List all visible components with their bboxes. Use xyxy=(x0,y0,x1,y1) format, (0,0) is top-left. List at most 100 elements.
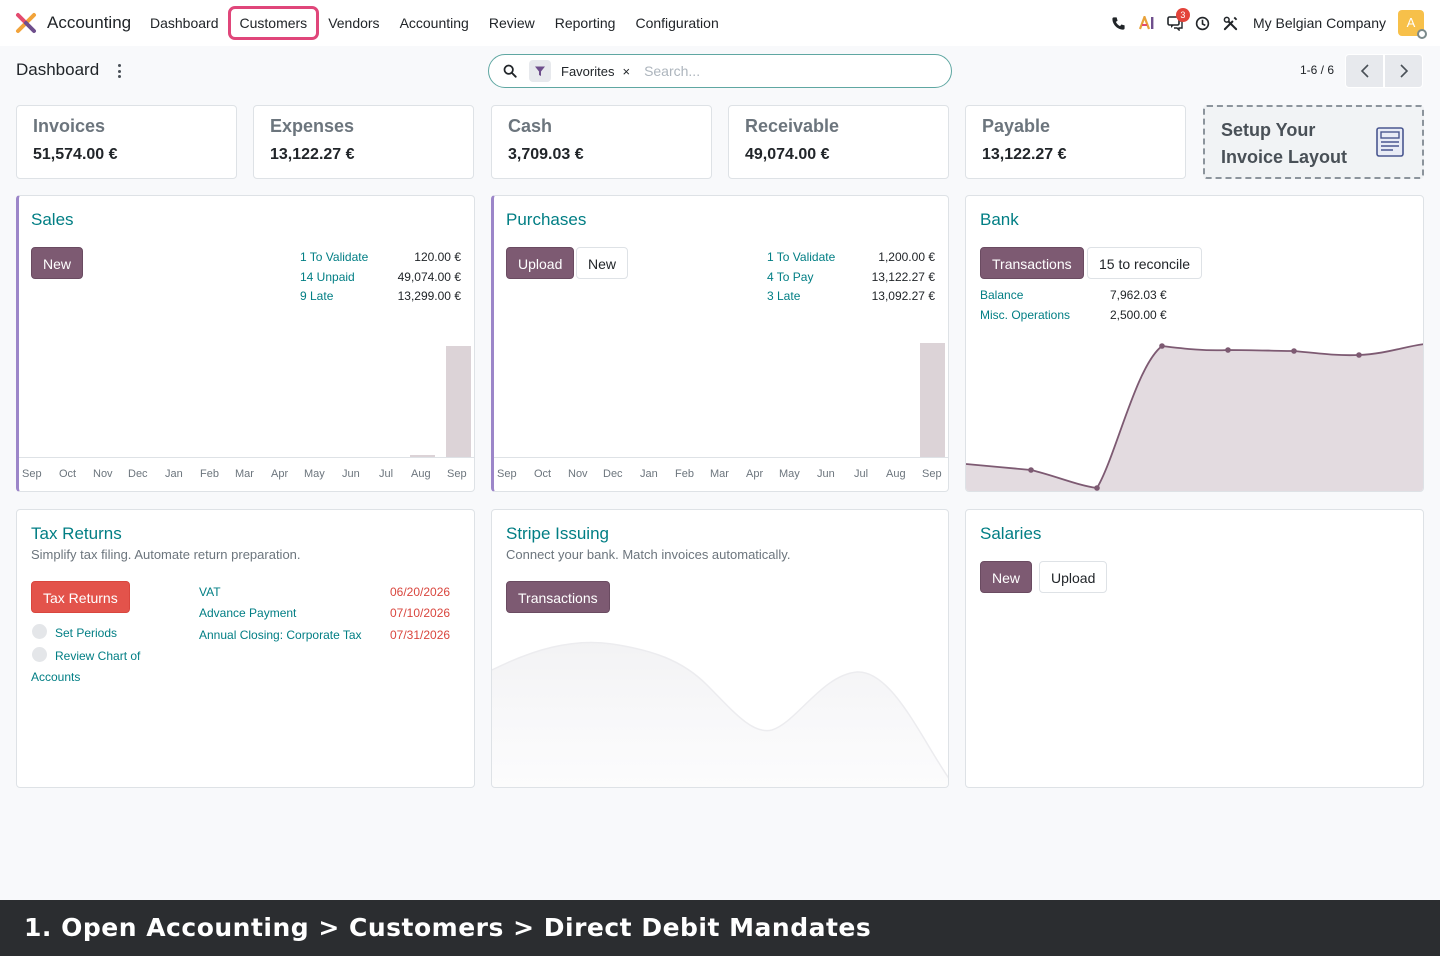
purchases-to-validate-link[interactable]: 1 To Validate xyxy=(767,250,835,264)
bank-point[interactable] xyxy=(1094,485,1100,491)
menu-customers[interactable]: Customers xyxy=(227,6,320,40)
tax-annual-closing-link[interactable]: Annual Closing: Corporate Tax xyxy=(199,628,362,642)
sales-new-button[interactable]: New xyxy=(31,247,84,279)
bank-point[interactable] xyxy=(1225,347,1231,353)
menu-dashboard[interactable]: Dashboard xyxy=(140,6,229,40)
sales-late-link[interactable]: 9 Late xyxy=(300,289,333,303)
axis-tick: Jul xyxy=(854,468,869,480)
kpi-title: Expenses xyxy=(270,116,355,136)
facet-label: Favorites xyxy=(561,63,615,79)
tools-icon[interactable] xyxy=(1217,9,1245,37)
pager-next-button[interactable] xyxy=(1384,54,1423,88)
purchases-to-pay-value: 13,122.27 € xyxy=(871,270,935,284)
kpi-title: Payable xyxy=(982,116,1051,136)
menu-reporting[interactable]: Reporting xyxy=(545,6,626,40)
sales-bar-sep[interactable] xyxy=(446,346,471,457)
sales-journal-card: Sales New 1 To Validate 120.00 € 14 Unpa… xyxy=(16,195,475,492)
tax-annual-closing-date: 07/31/2026 xyxy=(390,628,451,642)
avatar-letter: A xyxy=(1406,15,1416,30)
purchases-to-validate-value: 1,200.00 € xyxy=(878,250,935,264)
axis-tick: Sep xyxy=(922,468,942,480)
purchases-bar-sep[interactable] xyxy=(920,343,945,457)
axis-tick: Oct xyxy=(59,468,77,480)
sales-title[interactable]: Sales xyxy=(31,210,74,230)
kpi-value: 51,574.00 € xyxy=(33,146,118,163)
axis-tick: Mar xyxy=(235,468,254,480)
bank-area-fill xyxy=(966,344,1423,491)
pager-value[interactable]: 1-6 / 6 xyxy=(1300,63,1334,77)
tax-vat-date: 06/20/2026 xyxy=(390,585,451,599)
review-chart-of-accounts-link-cont[interactable]: Accounts xyxy=(31,670,80,684)
tax-returns-button[interactable]: Tax Returns xyxy=(31,581,130,613)
messages-badge: 3 xyxy=(1175,8,1190,22)
messages-icon[interactable]: 3 xyxy=(1161,8,1190,37)
bank-point[interactable] xyxy=(1291,348,1297,354)
kpi-value: 49,074.00 € xyxy=(745,146,830,163)
kpi-cash[interactable]: Cash 3,709.03 € xyxy=(491,105,712,179)
purchases-late-link[interactable]: 3 Late xyxy=(767,289,800,303)
review-chart-of-accounts-link[interactable]: Review Chart of xyxy=(55,649,140,663)
accounting-app-logo-icon[interactable] xyxy=(15,12,37,34)
purchases-new-button[interactable]: New xyxy=(576,247,629,279)
purchases-upload-button[interactable]: Upload xyxy=(506,247,575,279)
purchases-to-pay-link[interactable]: 4 To Pay xyxy=(767,270,813,284)
kpi-title: Cash xyxy=(508,116,553,136)
phone-icon[interactable] xyxy=(1105,9,1133,37)
salaries-title[interactable]: Salaries xyxy=(980,524,1041,544)
axis-tick: Dec xyxy=(128,468,148,480)
kpi-invoices[interactable]: Invoices 51,574.00 € xyxy=(16,105,237,179)
axis-tick: Oct xyxy=(534,468,552,480)
sales-late-value: 13,299.00 € xyxy=(397,289,461,303)
axis-tick: May xyxy=(304,468,325,480)
sales-to-validate-link[interactable]: 1 To Validate xyxy=(300,250,368,264)
salaries-upload-button[interactable]: Upload xyxy=(1039,561,1108,593)
pager-previous-button[interactable] xyxy=(1345,54,1384,88)
actions-kebab-icon[interactable] xyxy=(114,62,124,80)
setup-text: Setup Your Invoice Layout xyxy=(1221,120,1348,167)
bank-journal-card: Bank Transactions 15 to reconcile Balanc… xyxy=(965,195,1424,492)
tax-subtitle: Simplify tax filing. Automate return pre… xyxy=(31,547,301,562)
chart-baseline xyxy=(494,457,948,458)
sales-to-validate-value: 120.00 € xyxy=(414,250,461,264)
company-switcher[interactable]: My Belgian Company xyxy=(1253,15,1386,31)
search-icon[interactable] xyxy=(503,64,517,78)
menu-vendors[interactable]: Vendors xyxy=(318,6,389,40)
kpi-expenses[interactable]: Expenses 13,122.27 € xyxy=(253,105,474,179)
setup-invoice-layout-card[interactable]: Setup Your Invoice Layout xyxy=(1203,105,1424,179)
bank-point[interactable] xyxy=(1028,467,1034,473)
tax-advance-payment-link[interactable]: Advance Payment xyxy=(199,606,296,620)
axis-tick: Aug xyxy=(411,468,431,480)
axis-tick: Aug xyxy=(886,468,906,480)
axis-tick: Jan xyxy=(640,468,658,480)
bank-point[interactable] xyxy=(1356,352,1362,358)
purchases-title[interactable]: Purchases xyxy=(506,210,586,230)
user-avatar[interactable]: A xyxy=(1398,10,1427,39)
kpi-value: 13,122.27 € xyxy=(270,146,355,163)
menu-configuration[interactable]: Configuration xyxy=(625,6,728,40)
tax-title[interactable]: Tax Returns xyxy=(31,524,122,544)
set-periods-link[interactable]: Set Periods xyxy=(55,626,117,640)
salaries-journal-card: Salaries New Upload xyxy=(965,509,1424,788)
salaries-new-button[interactable]: New xyxy=(980,561,1033,593)
kpi-title: Invoices xyxy=(33,116,106,136)
purchases-late-value: 13,092.27 € xyxy=(871,289,935,303)
sales-unpaid-link[interactable]: 14 Unpaid xyxy=(300,270,355,284)
clock-activity-icon[interactable] xyxy=(1189,9,1217,37)
kpi-payable[interactable]: Payable 13,122.27 € xyxy=(965,105,1186,179)
search-input[interactable] xyxy=(644,63,925,79)
axis-tick: Feb xyxy=(675,468,694,480)
facet-remove-icon[interactable]: × xyxy=(622,64,630,79)
kpi-receivable[interactable]: Receivable 49,074.00 € xyxy=(728,105,949,179)
menu-accounting[interactable]: Accounting xyxy=(390,6,479,40)
axis-tick: Nov xyxy=(568,468,588,480)
tutorial-caption: 1. Open Accounting > Customers > Direct … xyxy=(0,900,1440,956)
bank-point[interactable] xyxy=(1159,343,1165,349)
menu-review[interactable]: Review xyxy=(479,6,545,40)
ai-icon[interactable] xyxy=(1133,9,1161,37)
tax-vat-link[interactable]: VAT xyxy=(199,585,221,599)
app-name[interactable]: Accounting xyxy=(47,13,131,33)
axis-tick: Jun xyxy=(817,468,835,480)
bank-balance-line-chart[interactable] xyxy=(966,196,1424,492)
axis-tick: Nov xyxy=(93,468,113,480)
kpi-title: Receivable xyxy=(745,116,840,136)
